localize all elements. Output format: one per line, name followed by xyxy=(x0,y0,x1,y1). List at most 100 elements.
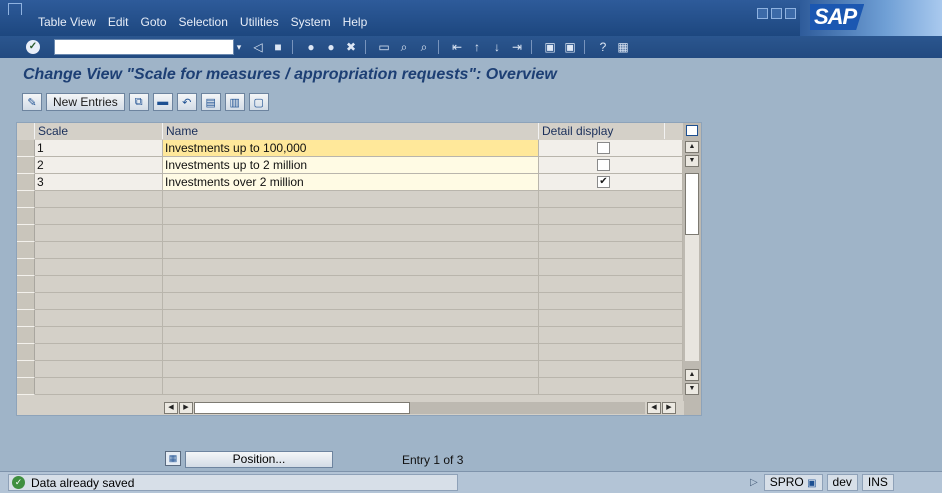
expand-status-icon[interactable]: ▷ xyxy=(750,477,758,488)
layout-icon[interactable]: ▦ xyxy=(615,40,631,54)
delete-icon[interactable]: ▬ xyxy=(152,93,173,111)
row-selector[interactable] xyxy=(17,157,35,174)
cancel-icon[interactable]: ✖ xyxy=(343,40,359,54)
menu-bar: Table View Edit Goto Selection Utilities… xyxy=(0,0,942,36)
row-selector[interactable] xyxy=(17,293,35,310)
command-history-icon[interactable]: ▾ xyxy=(232,39,246,55)
row-selector[interactable] xyxy=(17,259,35,276)
close-window-icon[interactable] xyxy=(785,8,796,19)
cell-scale xyxy=(35,310,163,327)
select-all-icon[interactable]: ▤ xyxy=(200,93,221,111)
last-page-icon[interactable]: ⇥ xyxy=(509,40,525,54)
toolbar-separator xyxy=(365,40,366,54)
hscroll-track[interactable] xyxy=(410,402,645,414)
next-page-icon[interactable]: ↓ xyxy=(489,40,505,54)
cell-name xyxy=(163,327,539,344)
select-all-column[interactable] xyxy=(17,123,35,139)
print-icon[interactable]: ▭ xyxy=(376,40,392,54)
cell-scale xyxy=(35,327,163,344)
column-header-name[interactable]: Name xyxy=(163,123,539,139)
scroll-right-end-icon[interactable]: ▶ xyxy=(662,402,676,414)
status-message-field[interactable]: ✓ Data already saved xyxy=(8,474,458,491)
row-selector[interactable] xyxy=(17,378,35,395)
cell-name[interactable]: Investments up to 100,000 xyxy=(163,140,539,157)
row-selector[interactable] xyxy=(17,276,35,293)
back-arrow-icon[interactable]: ◁ xyxy=(250,40,266,54)
standard-toolbar: ✓ ▾ ◁ ■ ● ● ✖ ▭ ⌕ ⌕ ⇤ ↑ ↓ ⇥ ▣ ▣ ? ▦ xyxy=(0,36,942,58)
menu-utilities[interactable]: Utilities xyxy=(240,15,279,29)
row-selector[interactable] xyxy=(17,140,35,157)
cell-name[interactable]: Investments up to 2 million xyxy=(163,157,539,174)
cell-name[interactable]: Investments over 2 million xyxy=(163,174,539,191)
row-selector[interactable] xyxy=(17,174,35,191)
row-selector[interactable] xyxy=(17,191,35,208)
cell-scale[interactable]: 3 xyxy=(35,174,163,191)
detail-checkbox[interactable]: ✔ xyxy=(597,176,610,188)
horizontal-scrollbar[interactable]: ◀ ▶ ◀ ▶ xyxy=(164,401,684,415)
page-title: Change View "Scale for measures / approp… xyxy=(23,66,557,83)
menu-edit[interactable]: Edit xyxy=(108,15,129,29)
find-next-icon[interactable]: ⌕ xyxy=(416,40,432,54)
cell-scale[interactable]: 2 xyxy=(35,157,163,174)
first-page-icon[interactable]: ⇤ xyxy=(449,40,465,54)
maximize-icon[interactable] xyxy=(771,8,782,19)
cell-scale[interactable]: 1 xyxy=(35,140,163,157)
scroll-left-icon[interactable]: ◀ xyxy=(164,402,178,414)
deselect-all-icon[interactable]: ▢ xyxy=(248,93,269,111)
scroll-up-icon[interactable]: ▼ xyxy=(685,155,699,167)
display-change-icon[interactable]: ✎ xyxy=(22,93,42,111)
position-icon[interactable]: ▦ xyxy=(165,451,181,466)
vertical-scrollbar[interactable]: ▲ ▼ ▲ ▼ xyxy=(683,123,701,415)
copy-as-icon[interactable]: ⧉ xyxy=(128,93,149,111)
undo-change-icon[interactable]: ↶ xyxy=(176,93,197,111)
system-menu-icon[interactable] xyxy=(8,3,22,15)
column-header-scale[interactable]: Scale xyxy=(35,123,163,139)
shortcut-icon[interactable]: ▣ xyxy=(562,40,578,54)
insert-mode-field[interactable]: INS xyxy=(861,474,894,491)
detail-checkbox[interactable] xyxy=(597,142,610,154)
menu-help[interactable]: Help xyxy=(343,15,368,29)
new-session-icon[interactable]: ▣ xyxy=(542,40,558,54)
scroll-thumb[interactable] xyxy=(685,173,699,235)
row-selector[interactable] xyxy=(17,208,35,225)
row-selector[interactable] xyxy=(17,225,35,242)
find-icon[interactable]: ⌕ xyxy=(396,40,412,54)
menu-goto[interactable]: Goto xyxy=(141,15,167,29)
help-icon[interactable]: ? xyxy=(595,40,611,54)
table-settings-icon[interactable] xyxy=(686,125,698,136)
menu-system[interactable]: System xyxy=(291,15,331,29)
save-icon[interactable]: ■ xyxy=(270,40,286,54)
row-selector[interactable] xyxy=(17,327,35,344)
minimize-icon[interactable] xyxy=(757,8,768,19)
scroll-top-icon[interactable]: ▲ xyxy=(685,141,699,153)
position-button[interactable]: Position... xyxy=(185,451,333,468)
column-header-detail[interactable]: Detail display xyxy=(539,123,665,139)
cell-detail-display xyxy=(539,140,683,157)
row-selector[interactable] xyxy=(17,361,35,378)
cell-scale xyxy=(35,361,163,378)
back-icon[interactable]: ● xyxy=(303,40,319,54)
new-entries-button[interactable]: New Entries xyxy=(46,93,125,111)
scroll-down-icon[interactable]: ▲ xyxy=(685,369,699,381)
enter-icon[interactable]: ✓ xyxy=(26,40,40,54)
menu-table-view[interactable]: Table View xyxy=(38,15,96,29)
hscroll-thumb[interactable] xyxy=(194,402,410,414)
cell-detail-display xyxy=(539,361,683,378)
cell-name xyxy=(163,378,539,395)
cell-detail-display xyxy=(539,225,683,242)
scroll-bottom-icon[interactable]: ▼ xyxy=(685,383,699,395)
menu-selection[interactable]: Selection xyxy=(179,15,228,29)
scroll-right-icon[interactable]: ▶ xyxy=(179,402,193,414)
prev-page-icon[interactable]: ↑ xyxy=(469,40,485,54)
row-selector[interactable] xyxy=(17,310,35,327)
row-selector[interactable] xyxy=(17,242,35,259)
command-field[interactable] xyxy=(54,39,234,55)
select-block-icon[interactable]: ▥ xyxy=(224,93,245,111)
detail-checkbox[interactable] xyxy=(597,159,610,171)
transaction-field[interactable]: SPRO ▣ xyxy=(763,474,823,491)
exit-icon[interactable]: ● xyxy=(323,40,339,54)
scroll-left-end-icon[interactable]: ◀ xyxy=(647,402,661,414)
row-selector[interactable] xyxy=(17,344,35,361)
cell-detail-display xyxy=(539,378,683,395)
cell-detail-display xyxy=(539,208,683,225)
